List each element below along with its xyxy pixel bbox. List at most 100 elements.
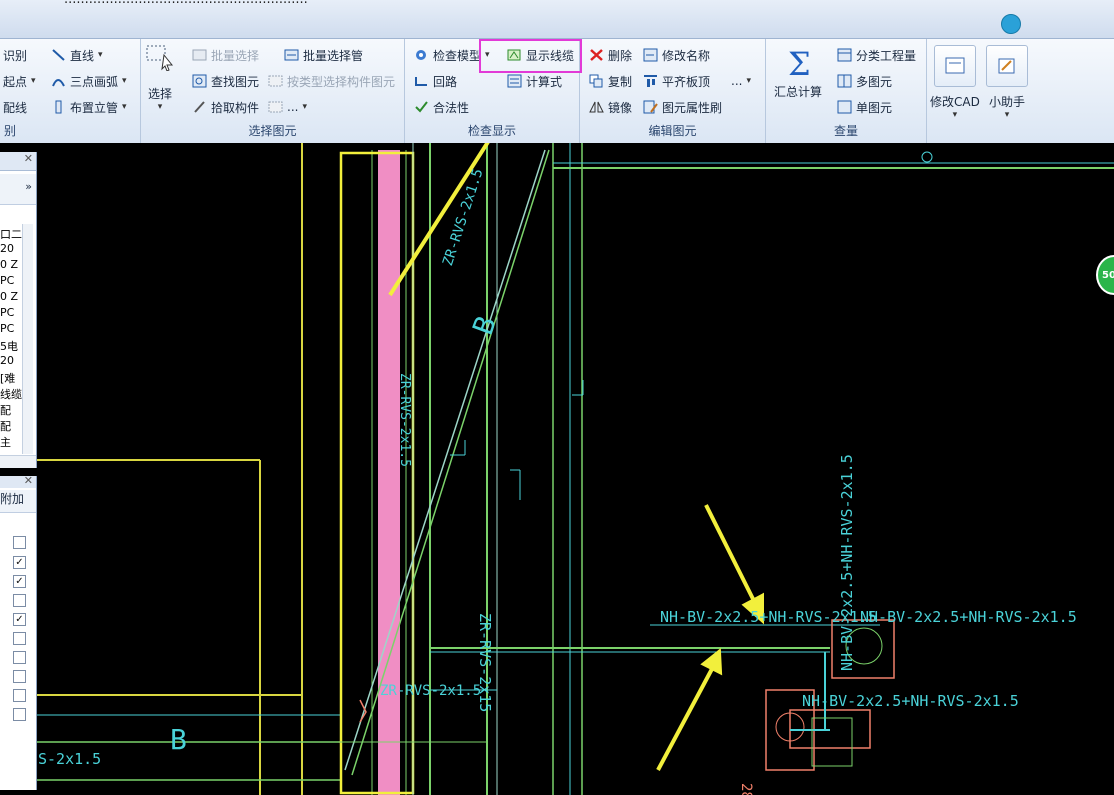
ribbon-group-quantity: Σ 汇总计算 分类工程量 多图元 单图元 查量 (766, 39, 927, 143)
attach-checkbox[interactable] (13, 689, 26, 702)
arc-icon (51, 74, 66, 88)
select-button[interactable]: 选择 ▾ (146, 45, 174, 112)
close-icon[interactable]: ✕ (24, 152, 33, 165)
single-element-button[interactable]: 单图元 (834, 97, 895, 117)
list-item[interactable]: 20 (0, 242, 14, 255)
vertical-scrollbar[interactable] (22, 224, 33, 454)
cad-label-zr-column: ZR-RVS-2x1.5 (397, 373, 412, 467)
cad-label-vertical: NH-BV-2x2.5+NH-RVS-2x1.5 (838, 454, 856, 671)
expand-icon[interactable]: » (25, 180, 32, 193)
cad-label-lower: NH-BV-2x2.5+NH-RVS-2x1.5 (802, 692, 1019, 710)
assistant-button[interactable]: 小助手 ▾ (986, 45, 1028, 120)
list-item[interactable]: 0 Z (0, 290, 18, 303)
more-icon (268, 100, 283, 114)
riser-icon (51, 100, 66, 114)
panel-toolbar: » (0, 174, 36, 205)
multi-element-icon (837, 74, 852, 88)
attach-checkbox[interactable]: ✓ (13, 575, 26, 588)
list-item[interactable]: 20 (0, 354, 14, 367)
attribute-brush-button[interactable]: 图元属性刷 (640, 97, 725, 117)
batch-select-pipe-button[interactable]: 批量选择管 (281, 45, 366, 65)
list-item[interactable]: 主 (0, 434, 11, 450)
left-component-list: ✕ » 口二 20 0 Z PC 0 Z PC PC 5电 20 [难 线缆 配… (0, 152, 37, 468)
assistant-icon (986, 45, 1028, 87)
attach-checkbox[interactable] (13, 632, 26, 645)
group-label: 检查显示 (467, 124, 516, 138)
copy-button[interactable]: 复制 (586, 71, 635, 91)
formula-icon (507, 74, 522, 88)
brush-icon (643, 100, 658, 114)
mirror-icon (589, 100, 604, 114)
batch-select-icon (192, 48, 207, 62)
find-element-button[interactable]: 查找图元 (189, 71, 262, 91)
mirror-button[interactable]: 镜像 (586, 97, 635, 117)
group-label: 别 (4, 124, 17, 138)
batch-select-button[interactable]: 批量选择 (189, 45, 262, 65)
cad-label-right: NH-BV-2x2.5+NH-RVS-2x1.5 (860, 608, 1077, 626)
check-model-icon (414, 48, 429, 62)
list-item[interactable]: PC (0, 306, 14, 319)
help-icon[interactable] (1001, 14, 1021, 34)
rename-icon (643, 48, 658, 62)
cad-label-zr-bottom: ZR-RVS-2x1.5 (380, 683, 482, 699)
list-item[interactable]: PC (0, 322, 14, 335)
list-item[interactable]: 配 (0, 418, 11, 434)
attach-checkbox[interactable] (13, 651, 26, 664)
modify-cad-button[interactable]: 修改CAD ▾ (930, 45, 980, 120)
list-item[interactable]: [难 (0, 370, 15, 386)
list-item[interactable]: 口二 (0, 226, 22, 242)
formula-button[interactable]: 计算式 (504, 71, 565, 91)
circuit-button[interactable]: 回路 (411, 71, 460, 91)
place-riser-button[interactable]: 布置立管 ▾ (48, 97, 130, 117)
delete-button[interactable]: 删除 (586, 45, 635, 65)
align-slab-top-button[interactable]: 平齐板顶 (640, 71, 713, 91)
select-by-type-button[interactable]: 按类型选择构件图元 (265, 71, 398, 91)
more-edit-button[interactable]: ... ▾ (728, 71, 754, 91)
three-point-arc-button[interactable]: 三点画弧 ▾ (48, 71, 130, 91)
show-cable-highlight (479, 39, 582, 73)
attach-checkbox[interactable] (13, 536, 26, 549)
panel2-header: ✕ (0, 474, 36, 488)
classified-icon (837, 48, 852, 62)
single-element-icon (837, 100, 852, 114)
attach-checkbox[interactable]: ✓ (13, 613, 26, 626)
ribbon-group-select: 选择 ▾ 批量选择 批量选择管 查找图元 按类型选择构件图元 拾取构件 ... ▾ … (141, 39, 405, 143)
list-item[interactable]: 0 Z (0, 258, 18, 271)
list-item[interactable]: 配 (0, 402, 11, 418)
more-select-button[interactable]: ... ▾ (265, 97, 310, 117)
attach-checkbox[interactable]: ✓ (13, 556, 26, 569)
list-item[interactable]: PC (0, 274, 14, 287)
align-top-icon (643, 74, 658, 88)
ribbon-group-edit: 删除 修改名称 复制 平齐板顶 ... ▾ 镜像 图元属性刷 编辑图元 (580, 39, 766, 143)
multi-element-button[interactable]: 多图元 (834, 71, 895, 91)
identify-button[interactable]: 识别 (0, 45, 30, 65)
batch-pipe-icon (284, 48, 299, 62)
delete-icon (589, 48, 604, 62)
attach-checkbox[interactable] (13, 594, 26, 607)
title-bar: ········································… (0, 0, 1114, 39)
horizontal-scrollbar[interactable] (0, 455, 36, 468)
legality-button[interactable]: 合法性 (411, 97, 472, 117)
window-title: ········································… (64, 0, 308, 11)
pick-component-button[interactable]: 拾取构件 (189, 97, 262, 117)
summary-calc-button[interactable]: Σ 汇总计算 (774, 45, 822, 100)
attach-checkbox[interactable] (13, 670, 26, 683)
group-label: 查量 (833, 124, 858, 138)
wire-button[interactable]: 配线 (0, 97, 30, 117)
list-item[interactable]: 5电 (0, 338, 18, 354)
start-point-button[interactable]: 起点 ▾ (0, 71, 39, 91)
select-by-type-icon (268, 74, 283, 88)
select-cursor-icon (146, 45, 174, 71)
cad-canvas[interactable]: NH-BV-2x2.5+NH-RVS-2x1.5 NH-BV-2x2.5+NH-… (0, 143, 1114, 795)
list-item[interactable]: 线缆 (0, 386, 22, 402)
attach-checkbox[interactable] (13, 708, 26, 721)
rename-button[interactable]: 修改名称 (640, 45, 713, 65)
classified-quantity-button[interactable]: 分类工程量 (834, 45, 919, 65)
left-property-panel: ✕ 附加 ✓ ✓ ✓ (0, 474, 37, 790)
close-icon[interactable]: ✕ (24, 474, 33, 487)
cad-label-280: 280 (738, 783, 754, 795)
cad-label-left: S-2x1.5 (38, 750, 102, 768)
cad-icon (933, 45, 976, 87)
group-label: 编辑图元 (648, 124, 697, 138)
line-button[interactable]: 直线 ▾ (48, 45, 106, 65)
